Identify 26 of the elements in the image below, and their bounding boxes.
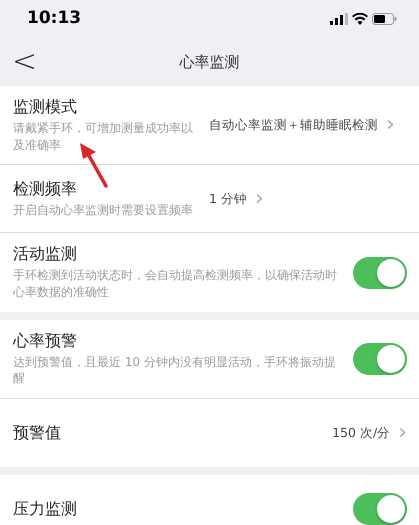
setting-description: 请戴紧手环，可增加测量成功率以及准确率 xyxy=(13,120,193,154)
setting-value: 150 次/分 xyxy=(332,424,390,442)
status-time: 10:13 xyxy=(27,7,82,30)
signal-icon xyxy=(330,13,348,25)
setting-description: 达到预警值，且最近 10 分钟内没有明显活动，手环将振动提醒 xyxy=(13,354,337,388)
setting-title: 检测频率 xyxy=(13,179,78,200)
setting-title: 活动监测 xyxy=(13,244,78,266)
setting-title: 预警值 xyxy=(13,422,62,444)
setting-description: 开启自动心率监测时需要设置频率 xyxy=(13,202,193,219)
toggle-switch[interactable] xyxy=(353,342,407,375)
page-title: 心率监测 xyxy=(180,52,240,73)
toggle-switch[interactable] xyxy=(353,256,407,289)
battery-icon xyxy=(372,13,397,25)
chevron-button[interactable]: › xyxy=(246,188,264,210)
setting-title: 压力监测 xyxy=(13,498,78,520)
setting-title: 心率预警 xyxy=(13,330,78,352)
annotation-arrow xyxy=(80,143,108,188)
toggle-switch[interactable] xyxy=(353,493,407,525)
back-button[interactable]: < xyxy=(0,47,50,77)
setting-value: 自动心率监测＋辅助睡眠检测 xyxy=(209,116,378,134)
chevron-button[interactable]: › xyxy=(378,114,395,136)
setting-value: 1 分钟 xyxy=(209,190,247,208)
setting-description: 手环检测到活动状态时，会自动提高检测频率，以确保活动时心率数据的准确性 xyxy=(13,267,337,301)
setting-title: 监测模式 xyxy=(13,97,78,118)
wifi-icon xyxy=(352,13,368,25)
chevron-button[interactable]: › xyxy=(390,422,407,444)
